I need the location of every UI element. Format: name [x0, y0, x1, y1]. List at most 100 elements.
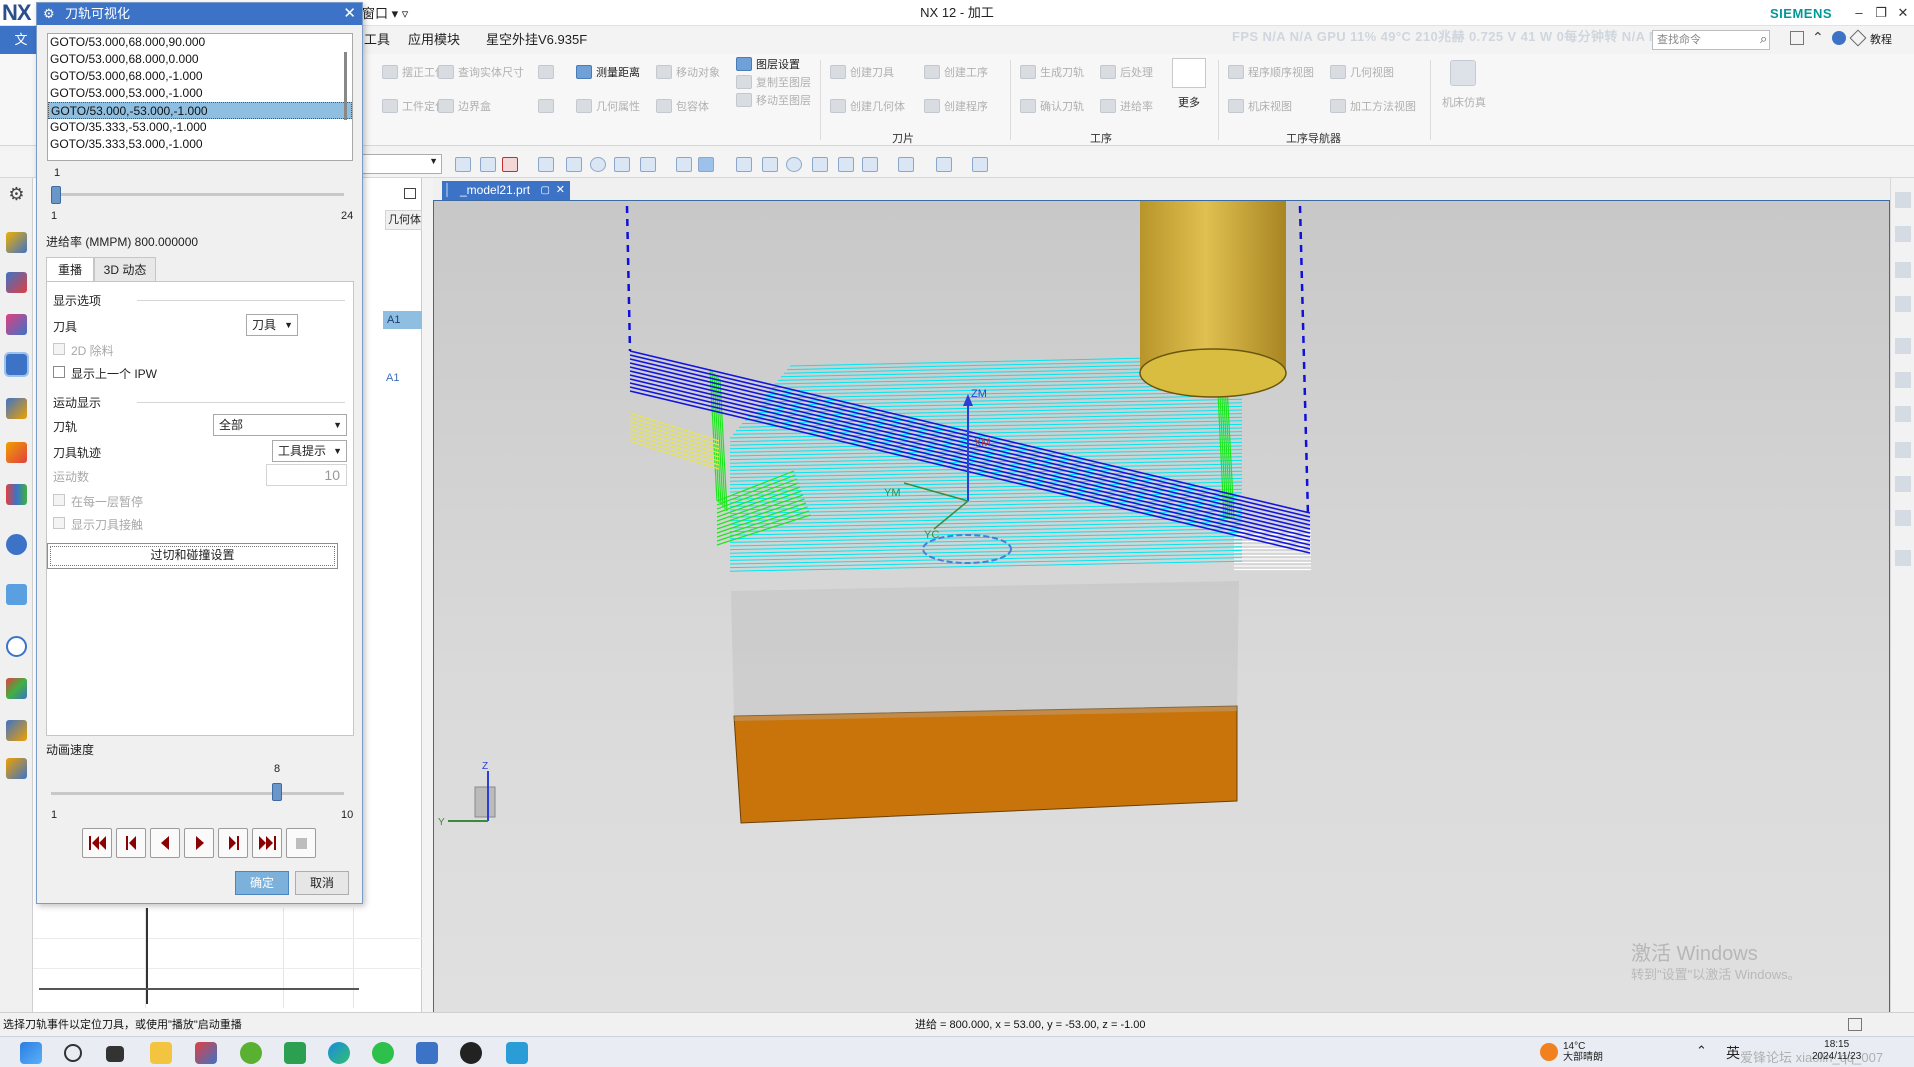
ok-button[interactable]: 确定 [235, 871, 289, 895]
event-list[interactable]: GOTO/53.000,68.000,90.000 GOTO/53.000,68.… [47, 33, 353, 161]
tray-chevron-icon[interactable]: ⌃ [1696, 1043, 1707, 1059]
step-forward-button[interactable] [218, 828, 248, 858]
event-row[interactable]: GOTO/53.000,68.000,90.000 [48, 34, 352, 51]
event-row[interactable]: GOTO/53.000,68.000,0.000 [48, 51, 352, 68]
filter-icon[interactable] [502, 157, 518, 172]
event-row[interactable]: GOTO/35.333,-53.000,-1.000 [48, 119, 352, 136]
event-slider-thumb[interactable] [51, 186, 61, 204]
gear-icon[interactable]: ⚙ [6, 184, 27, 205]
right-view-icon[interactable] [1895, 338, 1911, 354]
forward-arrow-button[interactable] [538, 98, 558, 116]
front-view-icon[interactable] [1895, 296, 1911, 312]
trimetric-view-icon[interactable] [1895, 476, 1911, 492]
system-material-icon[interactable] [6, 758, 27, 779]
app-store-icon[interactable] [416, 1042, 438, 1064]
intersect-icon[interactable] [614, 157, 630, 172]
task-view-icon[interactable] [106, 1046, 124, 1062]
step-back-button[interactable] [116, 828, 146, 858]
close-window-button[interactable]: ✕ [1892, 3, 1914, 23]
cube-view-icon[interactable] [936, 157, 952, 172]
music-app-icon[interactable] [284, 1042, 306, 1064]
envelope-button[interactable]: 包容体 [656, 98, 709, 116]
more-button[interactable]: 更多 [1178, 94, 1200, 112]
play-reverse-button[interactable] [150, 828, 180, 858]
event-row[interactable]: GOTO/53.000,68.000,-1.000 [48, 68, 352, 85]
anim-speed-thumb[interactable] [271, 783, 282, 801]
minimize-button[interactable]: – [1848, 3, 1870, 23]
dimetric-view-icon[interactable] [1895, 510, 1911, 526]
event-row[interactable]: GOTO/53.000,-53.000,-1.000 [48, 102, 352, 119]
section-icon[interactable] [972, 157, 988, 172]
gear-icon[interactable]: ⚙ [43, 3, 55, 25]
bounding-box-button[interactable]: 边界盒 [438, 98, 491, 116]
menu-tools[interactable]: 工具 [364, 26, 390, 54]
show-prev-ipw-checkbox[interactable] [53, 366, 65, 378]
render-style-icon[interactable] [898, 157, 914, 172]
fit-icon[interactable] [736, 157, 752, 172]
layer-settings-button[interactable]: 图层设置 [736, 56, 800, 74]
search-icon[interactable] [64, 1044, 82, 1062]
move-to-layer-button[interactable]: 移动至图层 [736, 92, 811, 110]
remove-2d-checkbox[interactable] [53, 343, 65, 355]
feed-rate-button[interactable]: 进给率 [1100, 98, 1153, 116]
media-player-icon[interactable] [460, 1042, 482, 1064]
tutorial-link[interactable]: 教程 [1870, 26, 1892, 54]
ribbon-collapse-icon[interactable]: ⌃ [1812, 29, 1824, 46]
cancel-button[interactable]: 取消 [295, 871, 349, 895]
shaded-icon[interactable] [676, 157, 692, 172]
nav-selected-cell[interactable]: A1 [383, 311, 422, 329]
trace-select[interactable]: 工具提示 ▼ [272, 440, 347, 462]
pan-icon[interactable] [812, 157, 828, 172]
point-icon[interactable] [538, 157, 554, 172]
graphics-viewport[interactable]: ZM XM YM YC Z Y [433, 200, 1890, 1013]
machine-nav-icon[interactable] [6, 398, 27, 419]
nav-scrollbar[interactable] [39, 988, 359, 990]
locate-part-button[interactable]: 工件定位 [382, 98, 446, 116]
move-object-button[interactable]: 移动对象 [656, 64, 720, 82]
zoom-icon[interactable] [762, 157, 778, 172]
nav-cell[interactable]: A1 [386, 372, 399, 384]
rotate-icon[interactable] [786, 157, 802, 172]
event-slider-track[interactable] [51, 193, 344, 196]
file-explorer-icon[interactable] [150, 1042, 172, 1064]
left-view-icon[interactable] [1895, 372, 1911, 388]
reuse-library-icon[interactable] [6, 484, 27, 505]
nx-app-icon[interactable] [195, 1042, 217, 1064]
postprocess-button[interactable]: 后处理 [1100, 64, 1153, 82]
tool-display-select[interactable]: 刀具 ▼ [246, 314, 298, 336]
method-view-button[interactable]: 加工方法视图 [1330, 98, 1416, 116]
measure-distance-button[interactable]: 测量距离 [576, 64, 640, 82]
query-size-button[interactable]: 查询实体尺寸 [438, 64, 524, 82]
windows-start-icon[interactable] [20, 1042, 42, 1064]
tab-model21[interactable]: _model21.prt ▢ ✕ [442, 181, 570, 200]
create-geometry-button[interactable]: 创建几何体 [830, 98, 905, 116]
motion-count-input[interactable]: 10 [266, 464, 347, 486]
event-row[interactable]: GOTO/35.333,53.000,-1.000 [48, 136, 352, 153]
ime-indicator[interactable]: 英 [1726, 1043, 1740, 1063]
window-menu[interactable]: 窗口 ▾ ▿ [362, 0, 408, 28]
feature-nav-icon[interactable] [6, 442, 27, 463]
view-icon[interactable] [862, 157, 878, 172]
search-command-input[interactable]: 查找命令 [1652, 30, 1770, 50]
stop-button[interactable] [286, 828, 316, 858]
program-order-view-button[interactable]: 程序顺序视图 [1228, 64, 1314, 82]
verify-path-button[interactable]: 确认刀轨 [1020, 98, 1084, 116]
back-view-icon[interactable] [1895, 442, 1911, 458]
wireframe-icon[interactable] [698, 157, 714, 172]
copy-to-layer-button[interactable]: 复制至图层 [736, 74, 811, 92]
end-point-icon[interactable] [566, 157, 582, 172]
role-icon[interactable] [6, 720, 27, 741]
play-button[interactable] [184, 828, 214, 858]
menu-plugin[interactable]: 星空外挂V6.935F [486, 26, 587, 54]
create-operation-button[interactable]: 创建工序 [924, 64, 988, 82]
snap-icon[interactable] [480, 157, 496, 172]
app-icon[interactable] [240, 1042, 262, 1064]
search-icon[interactable]: ⌕ [1760, 31, 1767, 47]
weather-widget[interactable]: 14°C 大部晴朗 [1563, 1041, 1603, 1063]
orient-icon[interactable] [838, 157, 854, 172]
snap-view-icon[interactable] [1895, 192, 1911, 208]
tab-replay[interactable]: 重播 [46, 257, 94, 281]
dialog-title-bar[interactable]: ⚙ 刀轨可视化 ✕ [37, 3, 362, 25]
assembly-nav-icon[interactable] [6, 232, 27, 253]
center-icon[interactable] [590, 157, 606, 172]
